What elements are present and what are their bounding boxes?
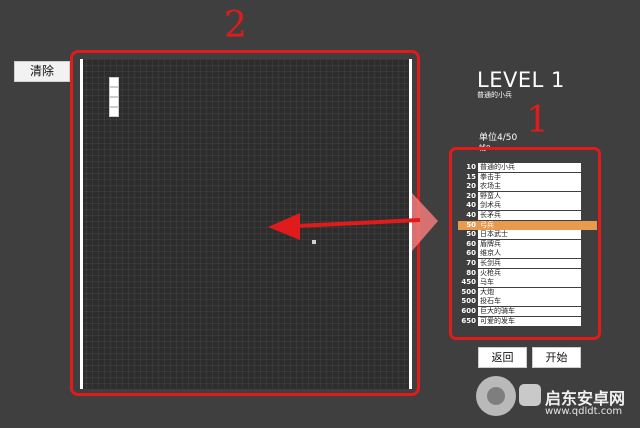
watermark-logo-icon <box>476 376 516 416</box>
clear-button[interactable]: 清除 <box>14 61 70 82</box>
annotation-number-1: 1 <box>526 100 549 141</box>
watermark-badge-icon <box>519 384 541 406</box>
level-subtitle: 普通的小兵 <box>477 91 512 99</box>
unit-count: 单位4/50 <box>479 133 518 143</box>
annotation-number-2: 2 <box>224 5 247 46</box>
start-button[interactable]: 开始 <box>532 347 581 368</box>
list-highlight-frame <box>449 147 601 340</box>
back-button[interactable]: 返回 <box>478 347 527 368</box>
level-title: LEVEL 1 <box>477 68 565 92</box>
grid-highlight-frame <box>70 50 420 396</box>
watermark-url: www.qdldt.com <box>545 406 623 417</box>
